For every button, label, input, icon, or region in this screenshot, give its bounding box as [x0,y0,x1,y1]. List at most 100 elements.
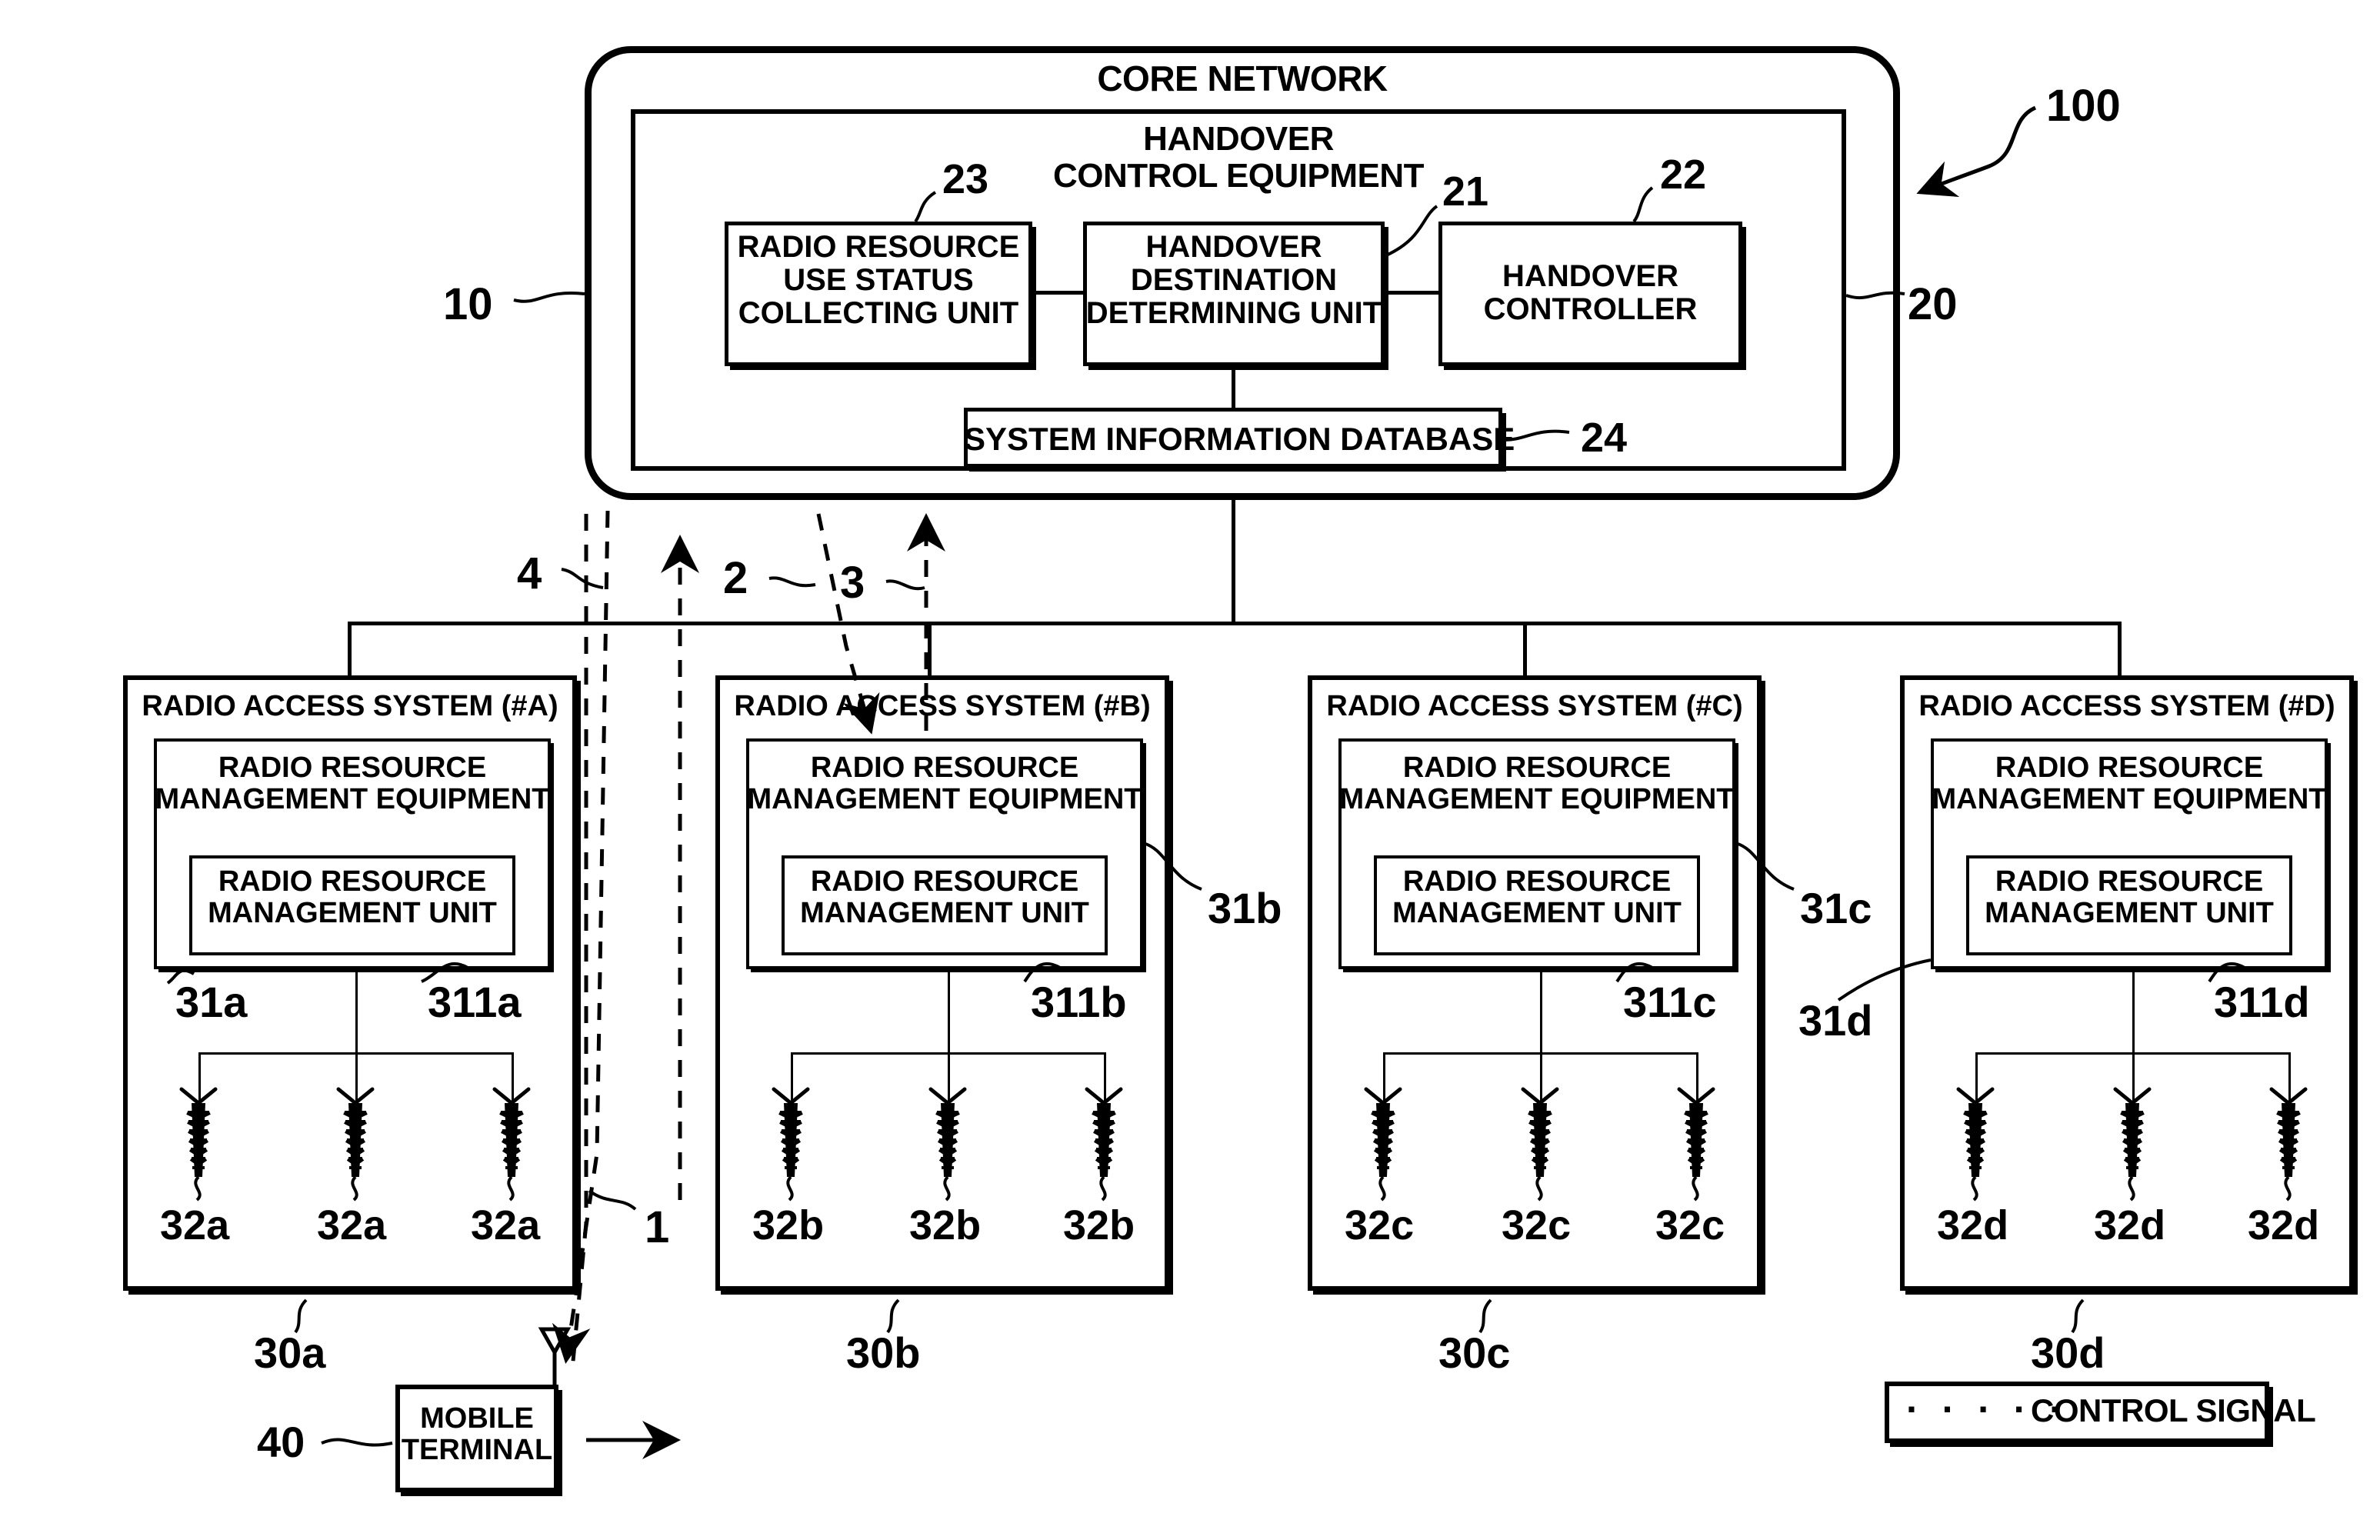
rrme-d-line1: RADIO RESOURCE [1995,752,2264,784]
ref-40: 40 [257,1418,305,1466]
ref-30d: 30d [2031,1328,2105,1377]
rrm-equipment-a-label: RADIO RESOURCE MANAGEMENT EQUIPMENT [151,752,554,815]
blk22-line1: HANDOVER [1502,259,1678,293]
bus-drop-a [348,622,352,675]
patent-figure: CORE NETWORK HANDOVER CONTROL EQUIPMENT … [0,0,2380,1540]
rrmu-d-line1: RADIO RESOURCE [1995,865,2264,898]
connector-21-22 [1383,291,1440,295]
antenna-trunk-a [355,971,358,1054]
ref-311b: 311b [1031,978,1127,1026]
ref-32b-3: 32b [1063,1202,1135,1248]
rrm-equipment-d-label: RADIO RESOURCE MANAGEMENT EQUIPMENT [1928,752,2331,815]
ref-signal-3: 3 [840,558,865,608]
blk22-line2: CONTROLLER [1483,292,1698,327]
ref-100: 100 [2046,81,2121,131]
connector-21-db [1232,366,1235,409]
rrme-a-line2: MANAGEMENT EQUIPMENT [155,783,550,816]
ref-311a: 311a [428,978,522,1026]
system-information-database-label: SYSTEM INFORMATION DATABASE [964,421,1515,457]
bus-drop-b [928,622,932,675]
antenna-stem-d3 [2288,1052,2291,1103]
ref-30c: 30c [1438,1328,1511,1377]
radio-access-system-d-title: RADIO ACCESS SYSTEM (#D) [1918,690,2335,722]
rrmu-a-line1: RADIO RESOURCE [218,865,487,898]
rrmu-c-line1: RADIO RESOURCE [1402,865,1672,898]
rrm-unit-b-label: RADIO RESOURCE MANAGEMENT UNIT [782,865,1108,930]
radio-access-system-a-title: RADIO ACCESS SYSTEM (#A) [142,690,558,722]
ref-21: 21 [1442,168,1489,215]
antenna-stem-d2 [2132,1052,2135,1103]
ref-311d: 311d [2214,978,2310,1026]
antenna-stem-d1 [1975,1052,1978,1103]
bus-drop-d [2118,622,2122,675]
radio-resource-use-status-collecting-unit-label: RADIO RESOURCE USE STATUS COLLECTING UNI… [725,230,1032,331]
rrme-a-line1: RADIO RESOURCE [218,752,487,784]
ref-32a-1: 32a [160,1202,230,1248]
rrme-b-line2: MANAGEMENT EQUIPMENT [747,783,1142,816]
ref-31b: 31b [1208,884,1282,932]
ref-31d: 31d [1798,996,1873,1045]
rrm-unit-a-label: RADIO RESOURCE MANAGEMENT UNIT [189,865,515,930]
rrme-d-line2: MANAGEMENT EQUIPMENT [1932,783,2327,816]
ref-signal-2: 2 [723,553,748,603]
rrme-c-line1: RADIO RESOURCE [1402,752,1672,784]
ref-30a: 30a [254,1328,326,1377]
legend-control-signal-label: CONTROL SIGNAL [2031,1392,2316,1428]
antenna-trunk-c [1540,971,1542,1054]
ref-32a-2: 32a [317,1202,387,1248]
antenna-stem-c1 [1383,1052,1385,1103]
rrme-b-line1: RADIO RESOURCE [810,752,1079,784]
rrm-unit-d-label: RADIO RESOURCE MANAGEMENT UNIT [1966,865,2292,930]
rrmu-b-line2: MANAGEMENT UNIT [800,897,1089,930]
antenna-trunk-d [2132,971,2135,1054]
antenna-stem-c3 [1696,1052,1698,1103]
ref-30b: 30b [846,1328,921,1377]
radio-access-system-b-title: RADIO ACCESS SYSTEM (#B) [734,690,1151,722]
blk21-line3: DETERMINING UNIT [1085,296,1382,331]
antenna-stem-a3 [512,1052,514,1103]
core-network-title: CORE NETWORK [1097,58,1388,98]
antenna-stem-a2 [355,1052,358,1103]
antenna-stem-b3 [1104,1052,1106,1103]
antenna-stem-b2 [948,1052,950,1103]
mobile-terminal-line2: TERMINAL [401,1434,553,1467]
rrme-c-line2: MANAGEMENT EQUIPMENT [1339,783,1735,816]
blk23-line1: RADIO RESOURCE [737,230,1020,264]
ref-signal-4: 4 [517,548,542,598]
ref-10: 10 [443,279,493,329]
ref-32d-1: 32d [1937,1202,2009,1248]
antenna-trunk-b [948,971,950,1054]
rrm-equipment-c-label: RADIO RESOURCE MANAGEMENT EQUIPMENT [1335,752,1738,815]
ref-32c-3: 32c [1655,1202,1725,1248]
antenna-stem-c2 [1540,1052,1542,1103]
core-to-bus-trunk [1232,500,1235,625]
ref-32a-3: 32a [471,1202,541,1248]
bus-drop-c [1523,622,1527,675]
blk21-line1: HANDOVER [1145,230,1322,264]
rrmu-d-line2: MANAGEMENT UNIT [1985,897,2274,930]
ref-31a: 31a [175,978,248,1026]
ref-31c: 31c [1800,884,1872,932]
handover-controller-label: HANDOVER CONTROLLER [1438,259,1742,327]
antenna-stem-b1 [791,1052,793,1103]
ref-311c: 311c [1623,978,1717,1026]
ref-20: 20 [1908,279,1958,329]
rrmu-a-line2: MANAGEMENT UNIT [208,897,497,930]
ref-24: 24 [1581,415,1628,461]
blk23-line3: COLLECTING UNIT [738,296,1019,331]
rrmu-b-line1: RADIO RESOURCE [810,865,1079,898]
antenna-stem-a1 [198,1052,201,1103]
ref-32d-3: 32d [2248,1202,2320,1248]
rrm-equipment-b-label: RADIO RESOURCE MANAGEMENT EQUIPMENT [743,752,1146,815]
ref-32c-2: 32c [1502,1202,1572,1248]
ref-32b-2: 32b [909,1202,982,1248]
ref-32d-2: 32d [2094,1202,2166,1248]
mobile-terminal-line1: MOBILE [420,1402,534,1435]
ref-32c-1: 32c [1345,1202,1415,1248]
ref-22: 22 [1660,152,1707,198]
ref-23: 23 [942,156,989,202]
rrmu-c-line2: MANAGEMENT UNIT [1392,897,1682,930]
access-systems-bus [348,622,2122,625]
blk23-line2: USE STATUS [783,263,974,298]
handover-destination-determining-unit-label: HANDOVER DESTINATION DETERMINING UNIT [1077,230,1391,331]
